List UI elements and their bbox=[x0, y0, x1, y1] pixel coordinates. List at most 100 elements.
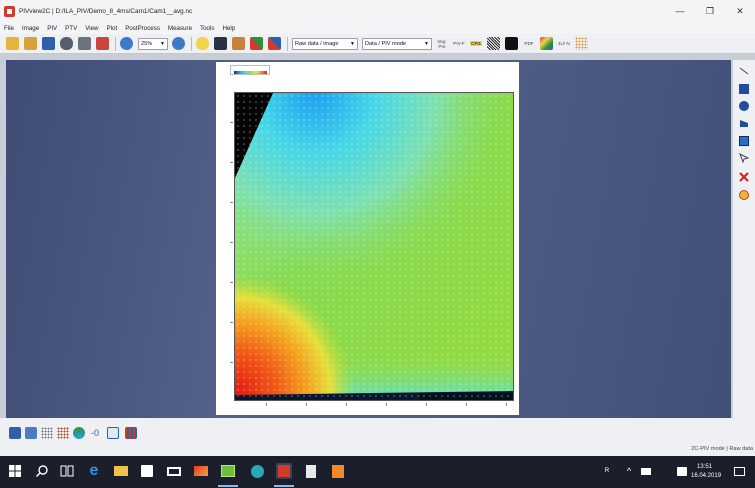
rectangle-tool-icon[interactable] bbox=[739, 84, 749, 94]
save-icon[interactable] bbox=[42, 37, 55, 50]
pivview-taskbar-icon[interactable] bbox=[276, 463, 292, 479]
export-pdf-icon[interactable] bbox=[96, 37, 109, 50]
windows-start-icon[interactable] bbox=[7, 463, 23, 479]
x-tick bbox=[386, 403, 387, 406]
vector-red-dots-icon[interactable] bbox=[57, 427, 69, 439]
camera-icon[interactable] bbox=[60, 37, 73, 50]
sum-n-button[interactable]: Σu² N bbox=[558, 41, 570, 46]
colormap-icon[interactable] bbox=[125, 427, 137, 439]
zoom-in-icon[interactable] bbox=[172, 37, 185, 50]
menu-file[interactable]: File bbox=[4, 25, 14, 32]
chevron-up-icon[interactable]: ^ bbox=[621, 463, 637, 479]
y-tick bbox=[230, 282, 233, 283]
image-black-icon[interactable] bbox=[505, 37, 518, 50]
notification-icon[interactable] bbox=[731, 463, 747, 479]
x-tick bbox=[346, 403, 347, 406]
menu-measure[interactable]: Measure bbox=[168, 25, 192, 32]
toolbar-separator bbox=[115, 36, 116, 51]
active-indicator bbox=[274, 485, 294, 487]
active-indicator bbox=[218, 485, 238, 487]
clock-time[interactable]: 13:51 bbox=[697, 464, 712, 470]
pdf-button[interactable]: PDF bbox=[523, 41, 535, 46]
contour-icon[interactable] bbox=[73, 427, 85, 439]
pattern-icon[interactable] bbox=[487, 37, 500, 50]
network-icon[interactable] bbox=[638, 463, 654, 479]
y-tick bbox=[230, 362, 233, 363]
grid-blue-icon[interactable] bbox=[268, 37, 281, 50]
display-mode-select[interactable]: Raw data / image ▼ bbox=[292, 37, 358, 50]
img-pre-button[interactable]: Img-Pre bbox=[436, 39, 448, 49]
menu-help[interactable]: Help bbox=[222, 25, 235, 32]
store-icon[interactable] bbox=[139, 463, 155, 479]
dotted-grid-icon[interactable] bbox=[575, 37, 588, 50]
maximize-button[interactable]: ❐ bbox=[695, 0, 725, 22]
x-tick bbox=[306, 403, 307, 406]
axis-toggle-icon[interactable] bbox=[107, 427, 119, 439]
cfg-button[interactable]: CFG bbox=[470, 41, 482, 46]
menu-piv[interactable]: PIV bbox=[47, 25, 57, 32]
zoom-select[interactable]: 25% ▼ bbox=[138, 37, 168, 50]
zoom-value: 25% bbox=[141, 40, 153, 47]
pointer-tool-icon[interactable] bbox=[739, 153, 749, 163]
edge-browser-icon[interactable]: e bbox=[86, 462, 102, 479]
grid-view-icon[interactable] bbox=[9, 427, 21, 439]
toolbar-separator bbox=[287, 36, 288, 51]
file-explorer-icon[interactable] bbox=[113, 463, 129, 479]
app-red-icon[interactable] bbox=[193, 463, 209, 479]
menu-plot[interactable]: Plot bbox=[107, 25, 118, 32]
lightbulb-icon[interactable] bbox=[196, 37, 209, 50]
close-button[interactable]: ✕ bbox=[725, 0, 755, 22]
zoom-out-icon[interactable] bbox=[120, 37, 133, 50]
print-icon[interactable] bbox=[78, 37, 91, 50]
delete-icon[interactable] bbox=[739, 172, 749, 182]
calculator-icon[interactable] bbox=[303, 463, 319, 479]
alert-smiley-icon[interactable] bbox=[739, 190, 749, 200]
menu-image[interactable]: Image bbox=[22, 25, 39, 32]
clock-date[interactable]: 16.04.2019 bbox=[691, 473, 721, 479]
line-tool-icon[interactable] bbox=[739, 66, 749, 76]
color-bar-icon[interactable] bbox=[540, 37, 553, 50]
chevron-down-icon: ▼ bbox=[350, 40, 355, 47]
y-tick bbox=[230, 242, 233, 243]
data-mode-select[interactable]: Data / PIV mode ▼ bbox=[362, 37, 432, 50]
title-bar: PIVview2C | D:/ILA_PIV/Demo_8_4ms/Cam1/C… bbox=[0, 0, 755, 22]
search-icon[interactable] bbox=[34, 463, 50, 479]
y-tick bbox=[230, 162, 233, 163]
open-folder-icon[interactable] bbox=[6, 37, 19, 50]
wrench-icon[interactable] bbox=[232, 37, 245, 50]
velocity-field-plot[interactable] bbox=[234, 92, 514, 401]
x-tick bbox=[426, 403, 427, 406]
polygon-tool-icon[interactable] bbox=[739, 118, 749, 128]
people-icon[interactable]: ᴿ bbox=[599, 463, 615, 479]
open-recent-icon[interactable] bbox=[24, 37, 37, 50]
vector-dots-icon[interactable] bbox=[41, 427, 53, 439]
x-tick bbox=[466, 403, 467, 406]
piv-f-button[interactable]: PIV-F bbox=[453, 41, 465, 46]
app-green-icon[interactable] bbox=[220, 463, 236, 479]
y-tick bbox=[230, 322, 233, 323]
menu-bar: File Image PIV PTV View Plot PostProcess… bbox=[0, 22, 755, 34]
app-globe-icon[interactable] bbox=[249, 463, 265, 479]
menu-ptv[interactable]: PTV bbox=[65, 25, 77, 32]
window-controls: — ❐ ✕ bbox=[665, 0, 755, 22]
mail-icon[interactable] bbox=[166, 463, 182, 479]
minus-zero-icon[interactable]: -0 bbox=[89, 427, 101, 439]
y-tick bbox=[230, 202, 233, 203]
window-title: PIVview2C | D:/ILA_PIV/Demo_8_4ms/Cam1/C… bbox=[19, 7, 193, 15]
menu-view[interactable]: View bbox=[85, 25, 98, 32]
circle-tool-icon[interactable] bbox=[739, 101, 749, 111]
legend-color-bar bbox=[234, 71, 267, 74]
minimize-button[interactable]: — bbox=[665, 0, 695, 22]
menu-tools[interactable]: Tools bbox=[200, 25, 214, 32]
app-orange-icon[interactable] bbox=[330, 463, 346, 479]
y-tick bbox=[230, 122, 233, 123]
menu-postprocess[interactable]: PostProcess bbox=[125, 25, 160, 32]
grid-colored-icon[interactable] bbox=[250, 37, 263, 50]
color-legend bbox=[230, 65, 270, 75]
light-settings-icon[interactable] bbox=[214, 37, 227, 50]
grid-select-icon[interactable] bbox=[25, 427, 37, 439]
plot-page bbox=[216, 62, 519, 415]
tray-app-icon[interactable] bbox=[674, 463, 690, 479]
image-frame-icon[interactable] bbox=[739, 136, 749, 146]
task-view-icon[interactable] bbox=[59, 463, 75, 479]
